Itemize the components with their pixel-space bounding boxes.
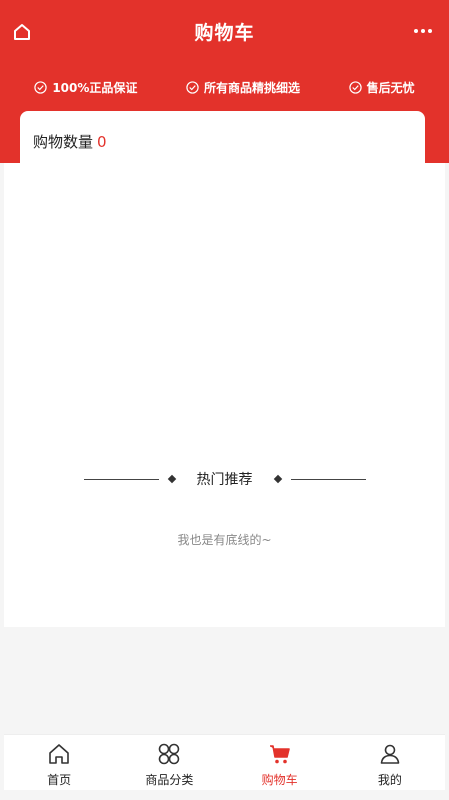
tab-bar: 首页 商品分类 购物车 我的 [4,734,445,790]
check-circle-icon [186,80,199,94]
cart-icon [267,741,293,767]
guarantee-label: 售后无忧 [366,80,415,95]
diamond-icon [167,474,176,484]
diamond-icon [273,474,282,484]
tab-label: 商品分类 [145,773,194,787]
guarantee-label: 100%正品保证 [52,80,138,95]
tab-home[interactable]: 首页 [9,735,109,790]
cart-summary-card: 购物数量 0 [20,111,425,171]
tab-label: 我的 [377,773,402,787]
more-icon [414,29,432,33]
guarantee-item: 售后无忧 [348,76,415,98]
check-circle-icon [348,80,362,94]
check-circle-icon [34,80,47,94]
grid-icon [156,741,182,767]
tab-label: 首页 [47,773,72,787]
end-of-list-text: 我也是有底线的~ [177,533,272,547]
recommend-header: 热门推荐 [4,468,445,490]
tab-mine[interactable]: 我的 [340,735,440,790]
guarantee-item: 100%正品保证 [34,76,137,98]
page-title: 购物车 [194,22,255,44]
cart-count-label: 购物数量 [33,133,94,151]
cart-content: 热门推荐 我也是有底线的~ [4,163,445,627]
recommend-title: 热门推荐 [196,472,253,488]
cart-count: 购物数量 0 [33,131,107,152]
guarantee-item: 所有商品精挑细选 [186,76,300,98]
tab-label: 购物车 [261,773,298,787]
guarantee-label: 所有商品精挑细选 [204,80,301,95]
divider-line [83,478,159,480]
cart-count-value: 0 [97,133,107,151]
guarantee-bar: 100%正品保证 所有商品精挑细选 售后无忧 [0,76,449,98]
user-icon [377,741,403,767]
divider-line [290,478,366,480]
tab-cart[interactable]: 购物车 [230,735,330,790]
more-button[interactable] [411,22,435,40]
tab-category[interactable]: 商品分类 [119,735,219,790]
home-icon [46,741,72,767]
